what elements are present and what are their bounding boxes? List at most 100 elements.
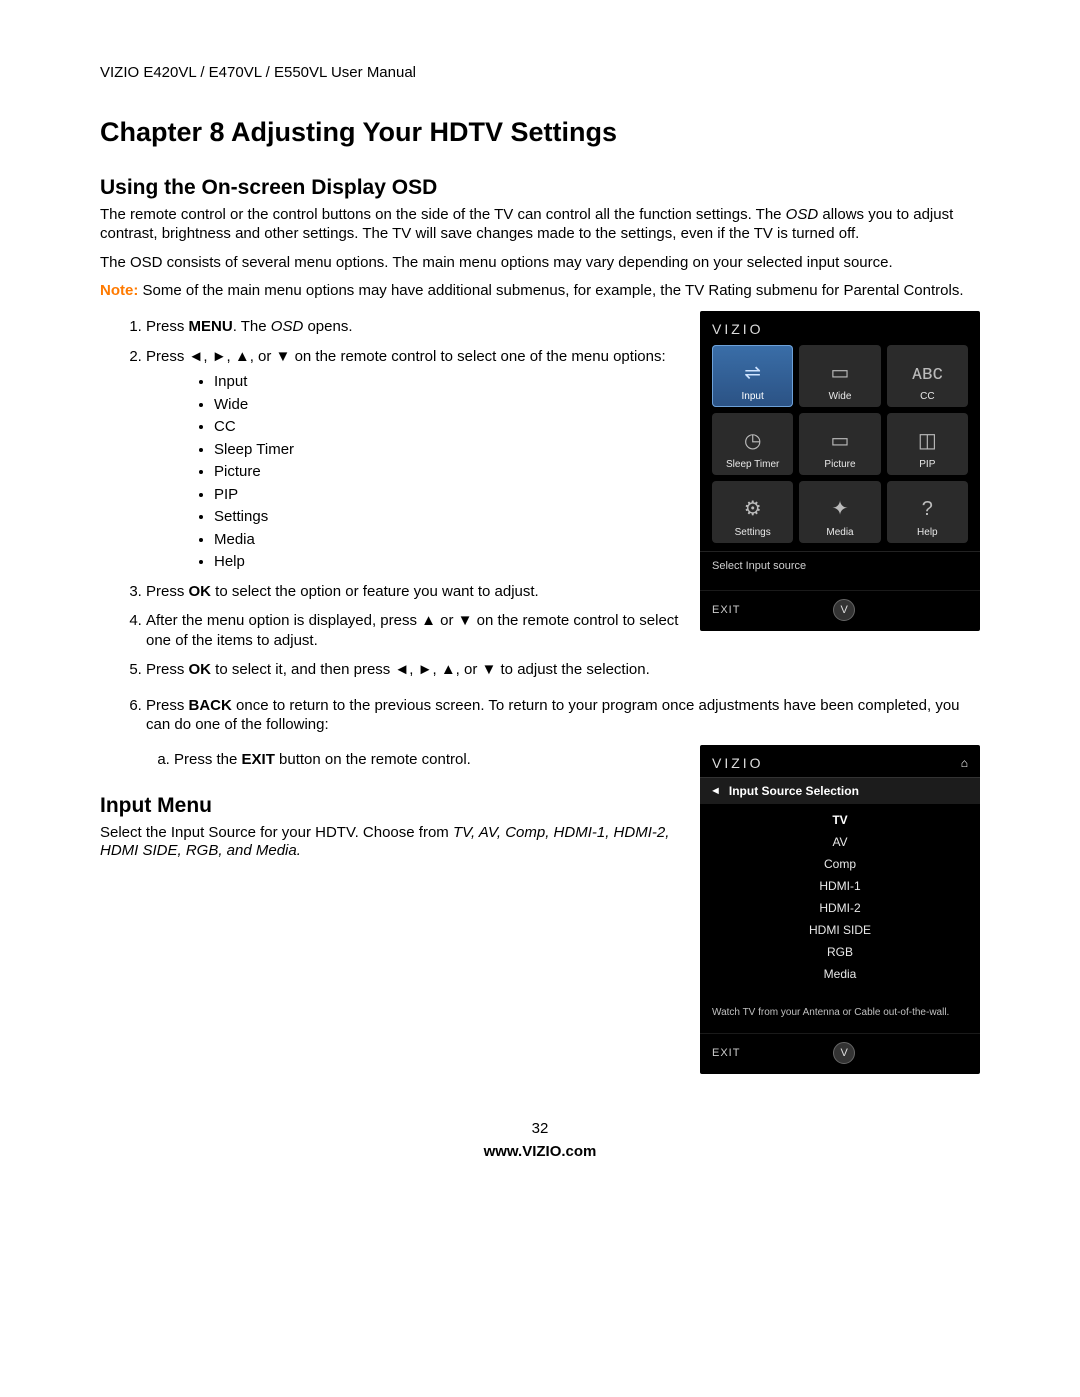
steps-list-continued: Press BACK once to return to the previou… (100, 696, 980, 735)
osd-tile-media[interactable]: ✦ Media (799, 481, 880, 543)
osd-term: OSD (786, 206, 819, 223)
osd-tile-input[interactable]: ⇌Input (712, 345, 793, 407)
osd2-title: Input Source Selection (729, 784, 859, 798)
document-page: VIZIO E420VL / E470VL / E550VL User Manu… (0, 0, 1080, 1200)
ok-key: OK (189, 583, 212, 600)
v-button[interactable]: V (833, 599, 855, 621)
osd-note: Note: Some of the main menu options may … (100, 282, 980, 301)
osd-main-menu-image: VIZIO ⇌Input ▭Wide ᴀʙᴄCC ◷Sleep Timer ▭ P… (700, 311, 980, 631)
text: Press (146, 583, 189, 600)
bullet: CC (214, 417, 686, 437)
osd-tile-pip[interactable]: ◫ PIP (887, 413, 968, 475)
text: Press ◄, ►, ▲, or ▼ on the remote contro… (146, 348, 666, 365)
text: The remote control or the control button… (100, 206, 786, 223)
text: Press the (174, 751, 242, 768)
input-icon: ⇌ (744, 360, 761, 385)
step-6: Press BACK once to return to the previou… (146, 696, 980, 735)
bullet: Wide (214, 395, 686, 415)
input-item-tv[interactable]: TV (700, 809, 980, 831)
osd2-top-bar: VIZIO ⌂ (700, 745, 980, 777)
osd-tile-help[interactable]: ? Help (887, 481, 968, 543)
text: Press (146, 318, 189, 335)
step-5: Press OK to select it, and then press ◄,… (146, 660, 686, 680)
text: once to return to the previous screen. T… (146, 697, 960, 734)
pip-icon: ◫ (918, 428, 937, 453)
page-number: 32 (100, 1120, 980, 1137)
osd-tile-cc[interactable]: ᴀʙᴄCC (887, 345, 968, 407)
manual-header-line: VIZIO E420VL / E470VL / E550VL User Manu… (100, 64, 980, 81)
input-menu-text: Press the EXIT button on the remote cont… (100, 745, 686, 872)
input-item-hdmi2[interactable]: HDMI-2 (700, 897, 980, 919)
cc-icon: ᴀʙᴄ (912, 362, 943, 385)
v-button[interactable]: V (833, 1042, 855, 1064)
step-2: Press ◄, ►, ▲, or ▼ on the remote contro… (146, 347, 686, 572)
step-1: Press MENU. The OSD opens. (146, 317, 686, 337)
osd2-title-bar: ◄ Input Source Selection (700, 777, 980, 805)
input-menu-with-image: Press the EXIT button on the remote cont… (100, 745, 980, 1075)
exit-button[interactable]: EXIT (712, 1047, 740, 1059)
exit-button[interactable]: EXIT (712, 604, 740, 616)
osd-caption: Select Input source (700, 551, 980, 590)
osd-bottom-bar: EXIT V (700, 590, 980, 631)
osd-paragraph-1: The remote control or the control button… (100, 206, 980, 244)
help-icon: ? (922, 498, 933, 521)
bullet: Sleep Timer (214, 440, 686, 460)
menu-options-bullets: Input Wide CC Sleep Timer Picture PIP Se… (146, 372, 686, 572)
osd-tile-sleep[interactable]: ◷Sleep Timer (712, 413, 793, 475)
footer-url: www.VIZIO.com (100, 1143, 980, 1160)
tile-label: Media (826, 527, 853, 538)
text: Press (146, 697, 189, 714)
input-item-media[interactable]: Media (700, 963, 980, 985)
step-4: After the menu option is displayed, pres… (146, 611, 686, 650)
text: opens. (303, 318, 352, 335)
bullet: Input (214, 372, 686, 392)
page-footer: 32 www.VIZIO.com (100, 1120, 980, 1160)
text: Select the Input Source for your HDTV. C… (100, 824, 453, 841)
steps-column: Press MENU. The OSD opens. Press ◄, ►, ▲… (100, 311, 686, 690)
exit-key: EXIT (242, 751, 275, 768)
tile-label: Picture (824, 459, 855, 470)
osd-tile-settings[interactable]: ⚙Settings (712, 481, 793, 543)
input-item-av[interactable]: AV (700, 831, 980, 853)
steps-with-osd-image: Press MENU. The OSD opens. Press ◄, ►, ▲… (100, 311, 980, 690)
bullet: Help (214, 552, 686, 572)
input-item-hdmiside[interactable]: HDMI SIDE (700, 919, 980, 941)
vizio-brand: VIZIO (712, 755, 764, 771)
osd-term: OSD (271, 318, 304, 335)
ok-key: OK (189, 661, 212, 678)
section-heading-input-menu: Input Menu (100, 794, 686, 818)
osd-input-selection-image: VIZIO ⌂ ◄ Input Source Selection TV AV C… (700, 745, 980, 1075)
input-item-hdmi1[interactable]: HDMI-1 (700, 875, 980, 897)
menu-key: MENU (189, 318, 233, 335)
gear-icon: ⚙ (744, 496, 762, 521)
text: button on the remote control. (275, 751, 471, 768)
bullet: Media (214, 530, 686, 550)
text: to select it, and then press ◄, ►, ▲, or… (211, 661, 650, 678)
osd-paragraph-2: The OSD consists of several menu options… (100, 254, 980, 273)
tile-label: PIP (919, 459, 935, 470)
vizio-brand: VIZIO (700, 311, 980, 345)
chevron-left-icon[interactable]: ◄ (710, 785, 721, 797)
step-3: Press OK to select the option or feature… (146, 582, 686, 602)
step-6-sublist: Press the EXIT button on the remote cont… (146, 751, 686, 768)
osd-tile-picture[interactable]: ▭ Picture (799, 413, 880, 475)
section-heading-osd: Using the On-screen Display OSD (100, 176, 980, 200)
home-icon[interactable]: ⌂ (961, 756, 968, 770)
input-source-list: TV AV Comp HDMI-1 HDMI-2 HDMI SIDE RGB M… (700, 805, 980, 989)
note-label: Note: (100, 282, 138, 299)
osd2-bottom-bar: EXIT V (700, 1033, 980, 1074)
input-item-comp[interactable]: Comp (700, 853, 980, 875)
osd2-help-note: Watch TV from your Antenna or Cable out-… (700, 989, 980, 1034)
step-6a: Press the EXIT button on the remote cont… (174, 751, 686, 768)
tile-label: Help (917, 527, 938, 538)
picture-icon: ▭ (831, 428, 850, 453)
media-icon: ✦ (832, 496, 849, 521)
osd-tile-grid: ⇌Input ▭Wide ᴀʙᴄCC ◷Sleep Timer ▭ Picture… (700, 345, 980, 551)
chapter-title: Chapter 8 Adjusting Your HDTV Settings (100, 117, 980, 148)
steps-list: Press MENU. The OSD opens. Press ◄, ►, ▲… (100, 317, 686, 680)
text: to select the option or feature you want… (211, 583, 539, 600)
osd-tile-wide[interactable]: ▭Wide (799, 345, 880, 407)
bullet: Settings (214, 507, 686, 527)
bullet: Picture (214, 462, 686, 482)
input-item-rgb[interactable]: RGB (700, 941, 980, 963)
